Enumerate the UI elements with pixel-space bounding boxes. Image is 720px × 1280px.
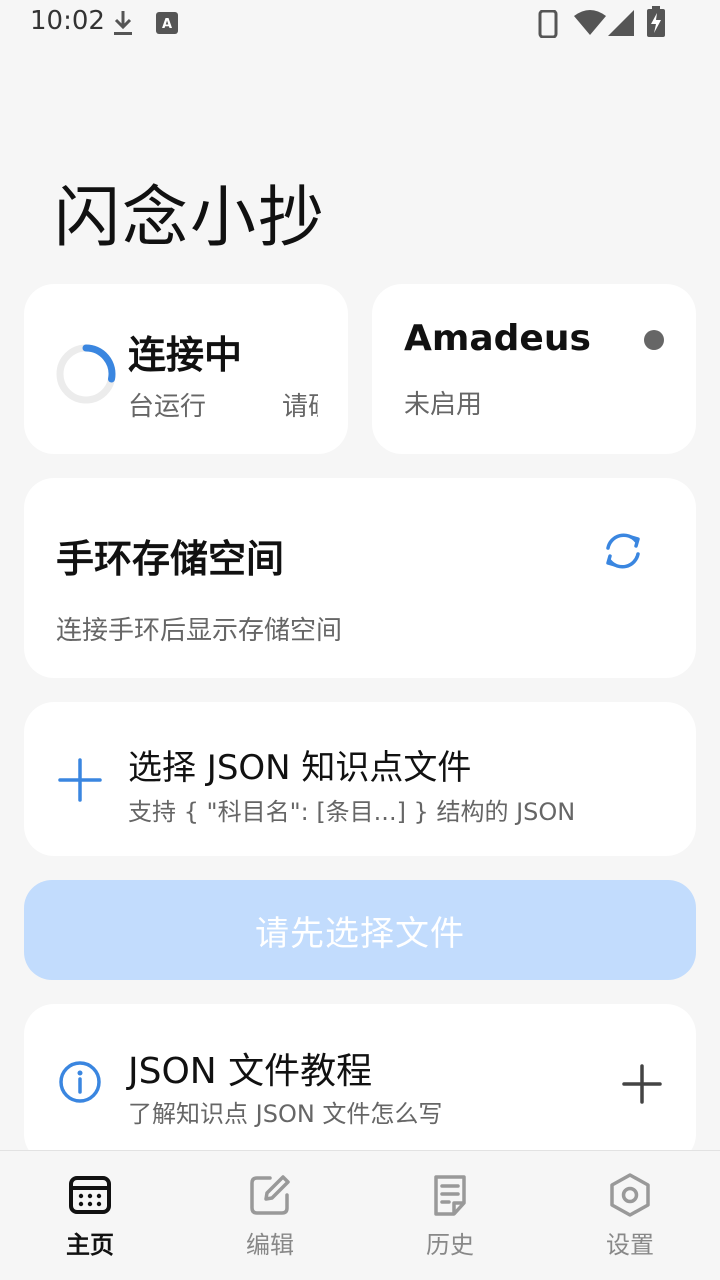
wifi-icon <box>574 10 606 35</box>
nav-item-settings[interactable]: 设置 <box>540 1151 720 1280</box>
screen: 10:02 A 闪念小抄 连接中 台运行 请 Amadeus 未启用 手环存储空… <box>0 0 720 1280</box>
nav-item-home[interactable]: 主页 <box>0 1151 180 1280</box>
select-file-subtitle: 支持 { "科目名": [条目...] } 结构的 JSON <box>128 798 576 826</box>
connection-subtitle-a: 后台运行 <box>128 392 207 422</box>
nav-item-history[interactable]: 历史 <box>360 1151 540 1280</box>
connection-status-title: 连接中 <box>128 333 243 377</box>
nav-label-home: 主页 <box>66 1231 114 1259</box>
svg-text:A: A <box>162 17 172 32</box>
refresh-icon[interactable] <box>600 528 646 574</box>
select-file-title: 选择 JSON 知识点文件 <box>128 748 472 788</box>
storage-card: 手环存储空间 连接手环后显示存储空间 <box>24 478 696 678</box>
tutorial-title: JSON 文件教程 <box>128 1051 373 1092</box>
nav-label-edit: 编辑 <box>246 1231 294 1259</box>
page-title: 闪念小抄 <box>54 179 326 256</box>
bottom-navigation: 主页 编辑 历史 设置 <box>0 1150 720 1280</box>
keyboard-notification-icon: A <box>156 12 178 34</box>
plus-icon <box>58 758 102 802</box>
edit-icon <box>250 1175 290 1215</box>
settings-icon <box>610 1173 650 1217</box>
connection-marquee: 后台运行 请确 <box>128 386 318 426</box>
nav-label-settings: 设置 <box>606 1231 654 1259</box>
status-bar: 10:02 A <box>0 0 720 48</box>
download-icon <box>114 11 132 35</box>
device-name: Amadeus <box>404 318 591 359</box>
connection-card[interactable]: 连接中 后台运行 请确 <box>24 284 348 454</box>
storage-title: 手环存储空间 <box>56 537 285 581</box>
info-icon <box>59 1061 101 1103</box>
storage-description: 连接手环后显示存储空间 <box>56 616 343 646</box>
json-tutorial-card[interactable]: JSON 文件教程 了解知识点 JSON 文件怎么写 <box>24 1004 696 1164</box>
nav-item-edit[interactable]: 编辑 <box>180 1151 360 1280</box>
battery-charging-icon <box>647 6 665 37</box>
document-icon <box>434 1175 466 1216</box>
status-time: 10:02 <box>30 6 105 36</box>
connection-subtitle-b: 请确 <box>282 392 318 422</box>
tutorial-subtitle: 了解知识点 JSON 文件怎么写 <box>128 1100 443 1128</box>
device-status: 未启用 <box>404 390 483 420</box>
device-card[interactable]: Amadeus 未启用 <box>372 284 696 454</box>
loading-spinner-icon <box>56 344 116 404</box>
select-json-file-button[interactable]: 选择 JSON 知识点文件 支持 { "科目名": [条目...] } 结构的 … <box>24 702 696 856</box>
expand-icon[interactable] <box>620 1062 664 1106</box>
calendar-icon <box>69 1176 111 1214</box>
nav-label-history: 历史 <box>426 1231 474 1259</box>
start-sync-button[interactable]: 请先选择文件 <box>24 880 696 980</box>
phone-vibrate-icon <box>538 10 558 38</box>
device-status-dot <box>644 330 664 350</box>
signal-icon <box>608 10 634 36</box>
